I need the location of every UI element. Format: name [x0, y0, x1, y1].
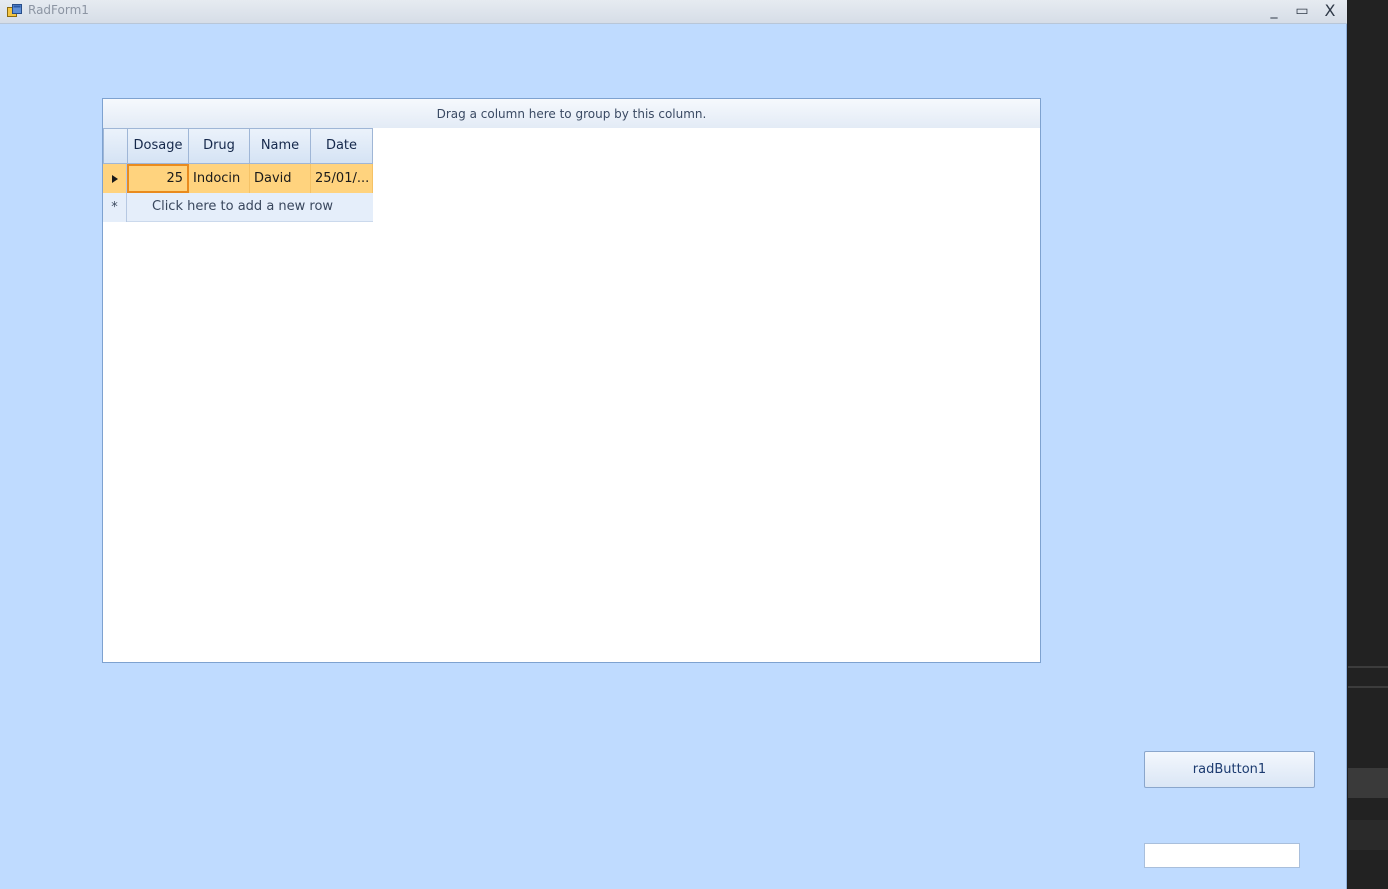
side-divider [1348, 666, 1388, 668]
side-panel [1348, 0, 1388, 889]
title-bar[interactable]: RadForm1 _ ▭ X [0, 0, 1347, 24]
cell-name[interactable]: David [250, 164, 311, 193]
side-panel-highlight [1348, 768, 1388, 798]
side-panel-row [1348, 820, 1388, 850]
minimize-button[interactable]: _ [1263, 1, 1285, 21]
rad-form-window: RadForm1 _ ▭ X Drag a column here to gro… [0, 0, 1347, 889]
column-header-date[interactable]: Date [310, 128, 373, 164]
column-header-dosage[interactable]: Dosage [127, 128, 189, 164]
row-indicator[interactable] [103, 164, 127, 193]
maximize-button[interactable]: ▭ [1291, 1, 1313, 21]
window-title: RadForm1 [28, 3, 89, 17]
group-panel[interactable]: Drag a column here to group by this colu… [103, 99, 1040, 128]
cell-dosage[interactable]: 25 [127, 164, 189, 193]
cell-drug[interactable]: Indocin [189, 164, 250, 193]
cell-date[interactable]: 25/01/... [311, 164, 373, 193]
rad-grid-view[interactable]: Drag a column here to group by this colu… [102, 98, 1041, 663]
side-divider [1348, 686, 1388, 688]
rad-button[interactable]: radButton1 [1144, 751, 1315, 788]
new-row-indicator: * [103, 193, 127, 222]
text-box[interactable] [1144, 843, 1300, 868]
column-header-drug[interactable]: Drug [188, 128, 250, 164]
add-new-row[interactable]: Click here to add a new row [127, 193, 373, 222]
current-row-arrow-icon [111, 174, 118, 183]
column-header-name[interactable]: Name [249, 128, 311, 164]
header-row-indicator [103, 128, 128, 164]
winform-icon [7, 4, 22, 17]
close-button[interactable]: X [1319, 1, 1341, 21]
